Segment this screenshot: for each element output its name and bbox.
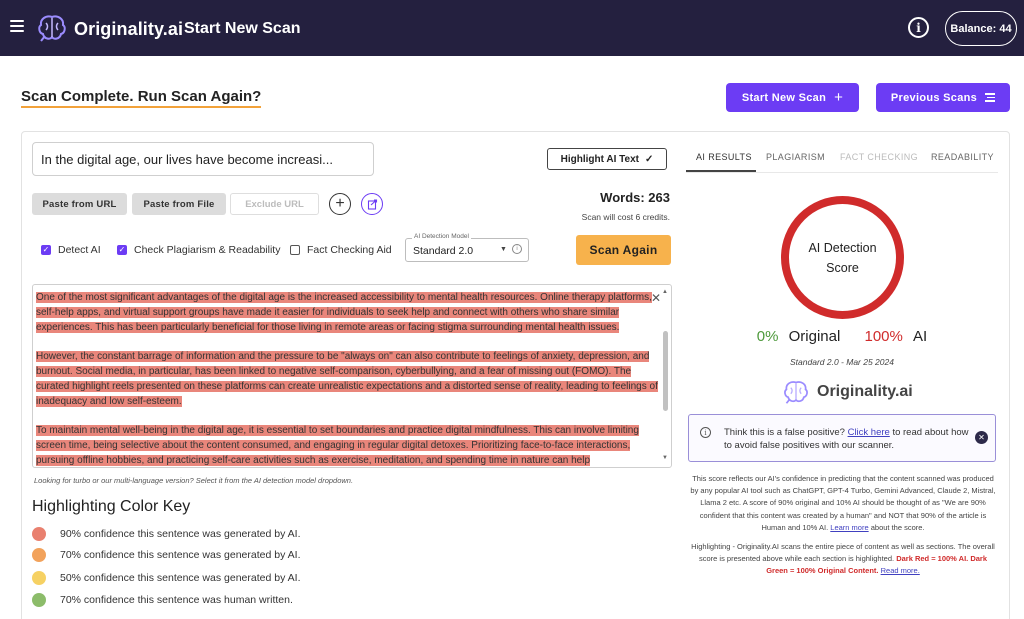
info-icon: i [700,427,711,438]
score-explanation: This score reflects our AI's confidence … [690,474,996,532]
detect-ai-checkbox[interactable]: ✓ Detect AI [41,244,101,256]
highlighting-explanation: Highlighting - Originality.AI scans the … [691,542,995,576]
false-positive-text: Think this is a false positive? Click he… [724,427,969,451]
balance-badge[interactable]: Balance: 44 [945,11,1017,46]
color-key-item: 70% confidence this sentence was generat… [32,548,301,562]
brain-logo-icon[interactable] [36,13,68,43]
ai-label: AI [913,328,928,345]
ai-highlight: However, the constant barrage of informa… [36,351,658,407]
ai-percent: 100% [864,328,903,345]
plagiarism-checkbox[interactable]: ✓ Check Plagiarism & Readability [117,244,280,256]
color-key-item: 90% confidence this sentence was generat… [32,527,301,541]
color-key-label: 70% confidence this sentence was generat… [60,549,301,561]
tab-readability[interactable]: READABILITY [931,152,994,162]
plus-icon: + [834,89,844,106]
tab-ai-results[interactable]: AI RESULTS [696,152,752,162]
score-label: AI Detection Score [808,240,877,275]
click-here-link[interactable]: Click here [848,427,890,438]
checkmark-icon: ✓ [644,153,654,165]
paste-from-file-button[interactable]: Paste from File [132,193,226,215]
tab-plagiarism[interactable]: PLAGIARISM [766,152,825,162]
checkbox-unchecked-icon [290,245,300,255]
false-positive-notice: i Think this is a false positive? Click … [688,414,996,462]
scan-again-button[interactable]: Scan Again [576,235,671,265]
model-date: Standard 2.0 - Mar 25 2024 [790,357,894,367]
detect-ai-label: Detect AI [58,244,101,256]
color-key-label: 50% confidence this sentence was generat… [60,572,301,584]
info-icon[interactable]: i [908,17,929,38]
highlight-ai-text-button[interactable]: Highlight AI Text ✓ [547,148,667,170]
scroll-down-icon[interactable]: ▼ [662,455,668,461]
model-info-icon[interactable]: i [512,244,522,254]
ai-highlight: To maintain mental well-being in the dig… [36,425,639,467]
model-select-legend: AI Detection Model [412,233,471,240]
brain-logo-icon [784,381,808,404]
color-dot-icon [32,571,46,585]
learn-more-link[interactable]: Learn more [830,523,868,532]
exclude-url-button[interactable]: Exclude URL [230,193,319,215]
checkbox-checked-icon: ✓ [117,245,127,255]
dropdown-arrow-icon: ▼ [500,246,507,253]
originality-logo: Originality.ai [781,379,913,405]
color-key-label: 90% confidence this sentence was generat… [60,528,301,540]
color-key-item: 50% confidence this sentence was generat… [32,571,301,585]
color-key-title: Highlighting Color Key [32,498,191,515]
fact-checking-checkbox[interactable]: Fact Checking Aid [290,244,392,256]
start-new-scan-button[interactable]: Start New Scan + [726,83,859,112]
original-label: Original [788,328,841,345]
previous-scans-button[interactable]: Previous Scans [876,83,1010,112]
model-select-value: Standard 2.0 [413,245,474,257]
brand-name[interactable]: Originality.ai [74,19,183,40]
color-dot-icon [32,548,46,562]
list-icon [985,93,996,102]
color-dot-icon [32,527,46,541]
color-dot-icon [32,593,46,607]
color-key-item: 70% confidence this sentence was human w… [32,593,293,607]
vertical-scrollbar[interactable]: ▲ ▼ [662,287,670,465]
color-key-label: 70% confidence this sentence was human w… [60,594,293,606]
checkbox-checked-icon: ✓ [41,245,51,255]
tab-divider [686,172,998,173]
ai-detection-model-select[interactable]: AI Detection Model Standard 2.0 ▼ i [405,233,529,262]
logo-text: Originality.ai [817,383,913,400]
ai-highlight: One of the most significant advantages o… [36,292,652,333]
page-title: Start New Scan [184,20,301,37]
close-icon[interactable]: ✕ [975,431,988,444]
score-percentages: 0% Original 100% AI [700,328,984,345]
highlight-ai-text-label: Highlight AI Text [560,153,639,165]
top-navigation-bar: Originality.ai Start New Scan i Balance:… [0,0,1024,56]
close-icon[interactable]: ✕ [651,291,661,305]
tab-fact-checking[interactable]: FACT CHECKING [840,152,918,162]
scan-title-input[interactable]: In the digital age, our lives have becom… [32,142,374,176]
previous-scans-label: Previous Scans [890,91,978,104]
turbo-note: Looking for turbo or our multi-language … [34,476,354,485]
read-more-link[interactable]: Read more. [881,566,920,575]
content-paragraph: To maintain mental well-being in the dig… [36,424,658,467]
active-tab-indicator [686,170,756,172]
add-circle-icon[interactable]: + [329,193,351,215]
scan-complete-heading: Scan Complete. Run Scan Again? [21,88,262,108]
content-paragraph: However, the constant barrage of informa… [36,350,658,409]
original-percent: 0% [756,328,779,345]
scan-cost-text: Scan will cost 6 credits. [581,212,670,222]
ai-score-ring: AI Detection Score [781,196,904,319]
fact-checking-label: Fact Checking Aid [307,244,392,256]
paste-from-url-button[interactable]: Paste from URL [32,193,127,215]
document-upload-icon[interactable] [361,193,383,215]
plagiarism-label: Check Plagiarism & Readability [134,244,281,256]
hamburger-menu-icon[interactable] [10,20,24,32]
content-paragraph: One of the most significant advantages o… [36,291,658,335]
scroll-thumb[interactable] [663,331,668,411]
word-count: Words: 263 [600,190,670,205]
scroll-up-icon[interactable]: ▲ [662,289,668,295]
content-textarea[interactable]: One of the most significant advantages o… [32,284,672,468]
start-new-scan-label: Start New Scan [741,91,827,104]
